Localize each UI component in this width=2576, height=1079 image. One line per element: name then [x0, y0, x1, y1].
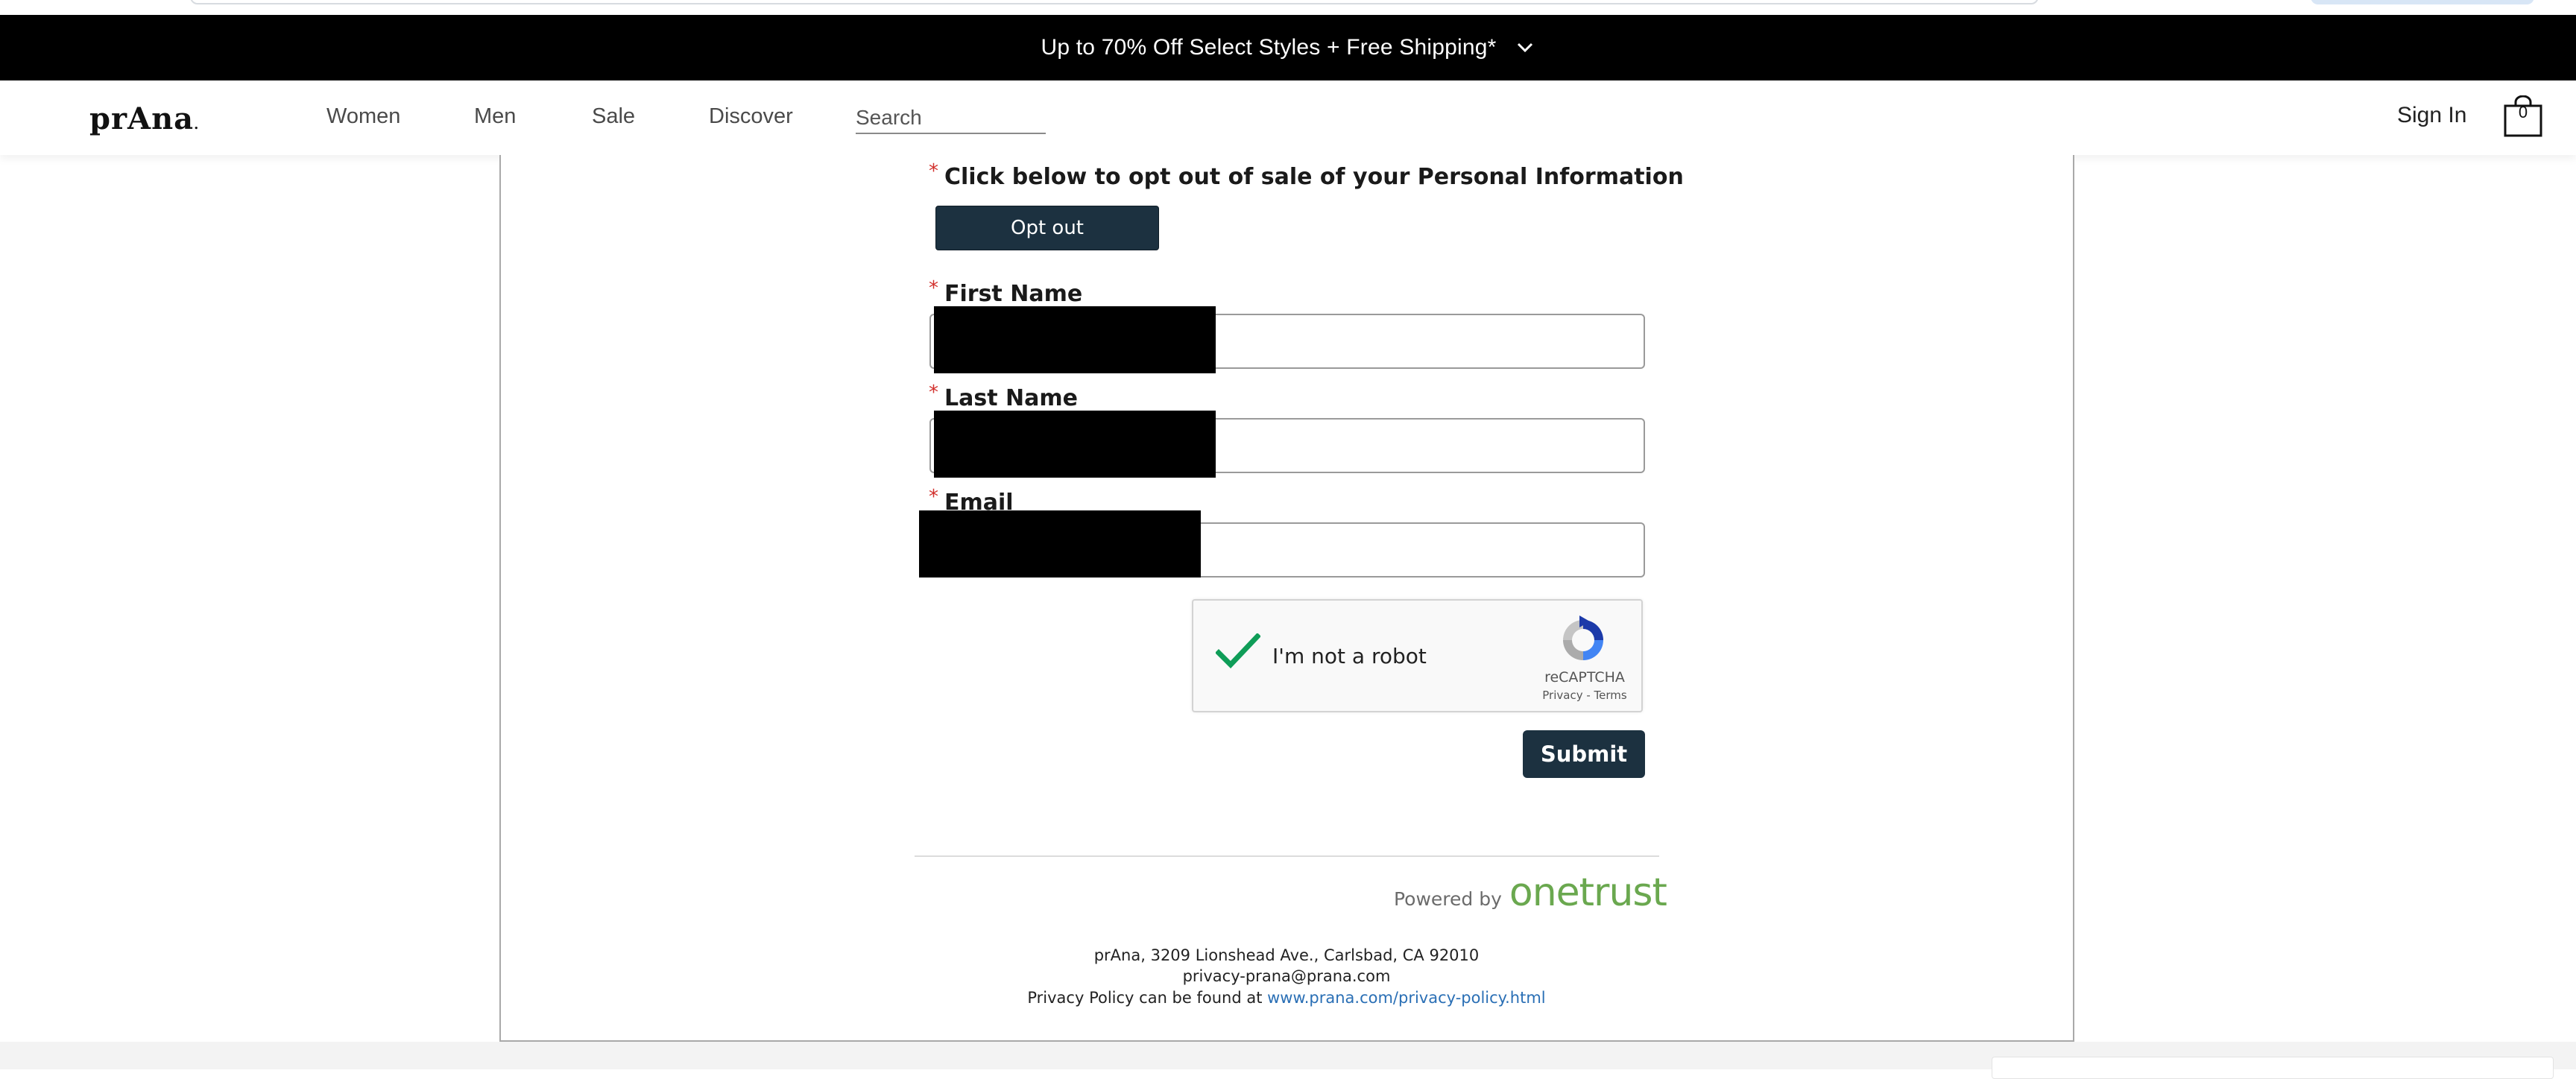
- promo-text: Up to 70% Off Select Styles + Free Shipp…: [1041, 35, 1497, 60]
- recaptcha-separator: -: [1582, 689, 1594, 702]
- powered-by-onetrust[interactable]: Powered by onetrust: [1394, 870, 1667, 915]
- redaction-block: [919, 510, 1201, 578]
- footer-policy: Privacy Policy can be found at www.prana…: [914, 989, 1659, 1007]
- browser-address-bar[interactable]: [190, 0, 2039, 4]
- nav-discover[interactable]: Discover: [709, 104, 793, 129]
- optout-label: Click below to opt out of sale of your P…: [944, 164, 1684, 190]
- required-marker: *: [929, 277, 938, 300]
- logo-dot: .: [194, 117, 200, 133]
- privacy-policy-link[interactable]: www.prana.com/privacy-policy.html: [1267, 989, 1546, 1007]
- submit-button[interactable]: Submit: [1523, 730, 1645, 778]
- first-name-label: First Name: [944, 281, 1083, 307]
- last-name-label: Last Name: [944, 385, 1078, 411]
- onetrust-logo: onetrust: [1509, 870, 1667, 915]
- required-marker: *: [929, 160, 938, 183]
- recaptcha-links: Privacy - Terms: [1532, 689, 1637, 702]
- redaction-block: [934, 306, 1216, 373]
- site-header: prAna. Women Men Sale Discover Sign In 0: [0, 80, 2576, 155]
- recaptcha-label: I'm not a robot: [1272, 644, 1427, 668]
- privacy-form-frame: [499, 155, 2074, 1042]
- recaptcha-privacy-link[interactable]: Privacy: [1542, 689, 1582, 702]
- promo-banner[interactable]: Up to 70% Off Select Styles + Free Shipp…: [0, 15, 2576, 80]
- powered-by-text: Powered by: [1394, 888, 1502, 910]
- sign-in-link[interactable]: Sign In: [2397, 103, 2466, 128]
- floating-widget-edge[interactable]: [1992, 1057, 2554, 1079]
- recaptcha-terms-link[interactable]: Terms: [1594, 689, 1627, 702]
- required-marker: *: [929, 382, 938, 404]
- nav-women[interactable]: Women: [326, 104, 400, 129]
- redaction-block: [934, 411, 1216, 478]
- cart-count: 0: [2518, 103, 2528, 121]
- checkmark-icon: [1215, 633, 1261, 669]
- search-field: [856, 103, 1046, 134]
- opt-out-button[interactable]: Opt out: [935, 206, 1159, 250]
- search-input[interactable]: [856, 103, 1046, 133]
- logo-text: prAna: [89, 101, 195, 136]
- browser-toolbar-button[interactable]: [2311, 0, 2534, 4]
- browser-top-sliver: [0, 0, 2576, 15]
- footer-email: privacy-prana@prana.com: [1182, 967, 1391, 985]
- recaptcha-widget: I'm not a robot reCAPTCHA Privacy - Term…: [1192, 599, 1643, 712]
- recaptcha-checkbox[interactable]: [1215, 633, 1261, 671]
- recaptcha-logo-icon: [1557, 614, 1609, 666]
- recaptcha-brand: reCAPTCHA: [1544, 669, 1625, 686]
- footer-address: prAna, 3209 Lionshead Ave., Carlsbad, CA…: [1093, 946, 1480, 964]
- cart-button[interactable]: 0: [2503, 95, 2543, 137]
- chevron-down-icon[interactable]: [1515, 37, 1535, 58]
- policy-prefix: Privacy Policy can be found at: [1027, 989, 1268, 1007]
- required-marker: *: [929, 486, 938, 508]
- footer-divider: [915, 855, 1659, 857]
- nav-sale[interactable]: Sale: [592, 104, 635, 129]
- nav-men[interactable]: Men: [474, 104, 516, 129]
- prana-logo[interactable]: prAna.: [89, 101, 199, 136]
